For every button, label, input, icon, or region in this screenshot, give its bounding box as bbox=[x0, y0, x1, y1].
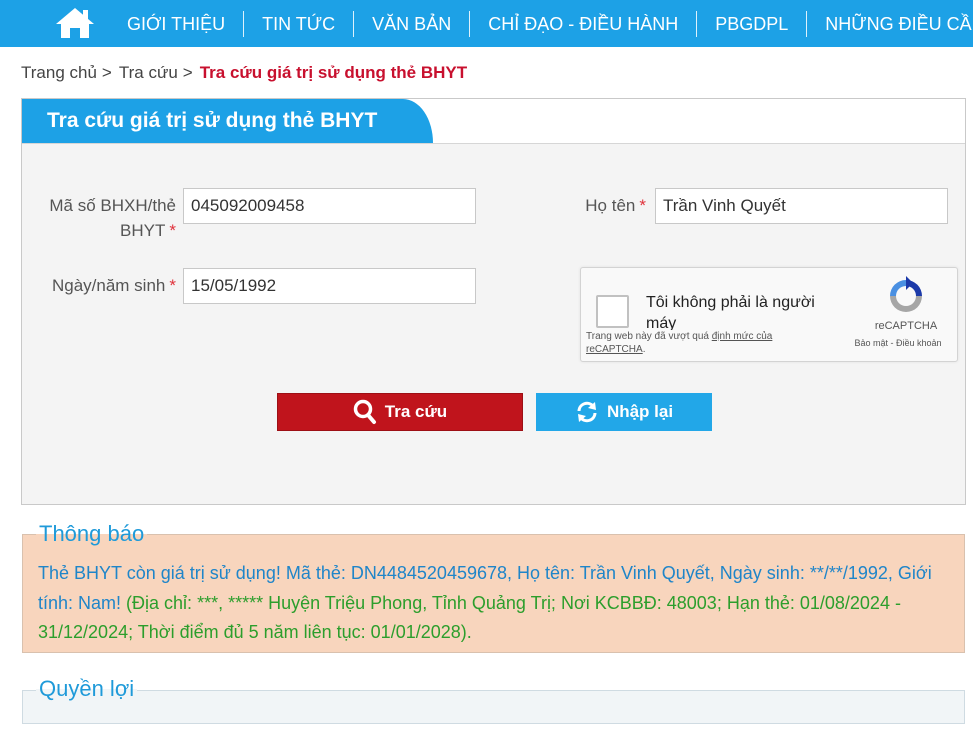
notice-message: Thẻ BHYT còn giá trị sử dụng! Mã thẻ: DN… bbox=[38, 559, 953, 648]
card-number-label: Mã số BHXH/thẻ BHYT * bbox=[32, 193, 176, 243]
dob-label-text: Ngày/năm sinh bbox=[51, 276, 166, 295]
nav-menu: GIỚI THIỆU TIN TỨC VĂN BẢN CHỈ ĐẠO - ĐIỀ… bbox=[109, 0, 973, 47]
card-number-input[interactable] bbox=[183, 188, 476, 224]
card-number-label-line1: Mã số BHXH/thẻ bbox=[49, 196, 176, 215]
nav-divider bbox=[696, 10, 698, 37]
nav-item-news[interactable]: TIN TỨC bbox=[244, 11, 353, 37]
form-title: Tra cứu giá trị sử dụng thẻ BHYT bbox=[22, 99, 433, 143]
full-name-label-text: Họ tên bbox=[585, 196, 636, 215]
lookup-form-panel: Tra cứu giá trị sử dụng thẻ BHYT Mã số B… bbox=[21, 98, 966, 505]
required-mark: * bbox=[169, 221, 176, 240]
home-button[interactable] bbox=[52, 6, 98, 40]
nav-divider bbox=[353, 10, 355, 37]
breadcrumb-home-link[interactable]: Trang chủ bbox=[21, 63, 97, 82]
notice-box: Thông báo Thẻ BHYT còn giá trị sử dụng! … bbox=[22, 521, 965, 653]
search-button[interactable]: Tra cứu bbox=[277, 393, 523, 431]
nav-item-introduction[interactable]: GIỚI THIỆU bbox=[109, 11, 243, 37]
card-number-label-line2-wrap: BHYT * bbox=[32, 218, 176, 243]
reset-button[interactable]: Nhập lại bbox=[536, 393, 712, 431]
nav-divider bbox=[469, 10, 471, 37]
panel-header: Tra cứu giá trị sử dụng thẻ BHYT bbox=[22, 99, 965, 144]
card-number-label-line2: BHYT bbox=[120, 221, 166, 240]
nav-item-need-to-know[interactable]: NHỮNG ĐIỀU CẦN BIẾT bbox=[807, 11, 973, 37]
search-icon bbox=[353, 399, 376, 424]
recaptcha-label: Tôi không phải là người máy bbox=[646, 294, 815, 332]
breadcrumb-separator: > bbox=[182, 63, 193, 82]
recaptcha-logo-icon bbox=[890, 276, 922, 312]
breadcrumb: Trang chủ > Tra cứu > Tra cứu giá trị sử dụn… bbox=[21, 63, 467, 83]
recaptcha-checkbox[interactable] bbox=[596, 295, 629, 328]
recaptcha-warning-suffix: . bbox=[642, 344, 646, 355]
recaptcha-privacy-terms-links[interactable]: Bảo mật - Điều khoản bbox=[843, 338, 953, 348]
nav-item-documents[interactable]: VĂN BẢN bbox=[354, 11, 469, 37]
benefits-title: Quyền lợi bbox=[36, 676, 138, 702]
breadcrumb-current: Tra cứu giá trị sử dụng thẻ BHYT bbox=[199, 63, 468, 82]
nav-item-pbgdpl[interactable]: PBGDPL bbox=[697, 11, 806, 37]
reset-button-label: Nhập lại bbox=[606, 402, 674, 421]
breadcrumb-separator: > bbox=[101, 63, 112, 82]
recaptcha-widget: Tôi không phải là người máy Trang web nà… bbox=[580, 267, 958, 362]
home-icon bbox=[56, 8, 94, 38]
notice-details-text: (Địa chỉ: ***, ***** Huyện Triệu Phong, … bbox=[38, 592, 901, 643]
top-navigation: GIỚI THIỆU TIN TỨC VĂN BẢN CHỈ ĐẠO - ĐIỀ… bbox=[0, 0, 973, 47]
dob-input[interactable] bbox=[183, 268, 476, 304]
recaptcha-brand: reCAPTCHA bbox=[874, 320, 938, 332]
recaptcha-quota-warning: Trang web này đã vượt quá định mức của r… bbox=[586, 330, 816, 356]
benefits-box: Quyền lợi bbox=[22, 676, 965, 724]
full-name-input[interactable] bbox=[655, 188, 948, 224]
required-mark: * bbox=[639, 196, 646, 215]
nav-divider bbox=[806, 10, 808, 37]
refresh-icon bbox=[577, 401, 597, 423]
nav-item-direction[interactable]: CHỈ ĐẠO - ĐIỀU HÀNH bbox=[470, 11, 696, 37]
dob-label: Ngày/năm sinh * bbox=[32, 273, 176, 298]
full-name-label: Họ tên * bbox=[562, 193, 646, 218]
notice-title: Thông báo bbox=[36, 521, 148, 547]
nav-divider bbox=[243, 10, 245, 37]
recaptcha-warning-prefix: Trang web này đã vượt quá bbox=[586, 331, 709, 342]
search-button-label: Tra cứu bbox=[384, 402, 448, 421]
breadcrumb-lookup-link[interactable]: Tra cứu bbox=[119, 63, 178, 82]
required-mark: * bbox=[169, 276, 176, 295]
